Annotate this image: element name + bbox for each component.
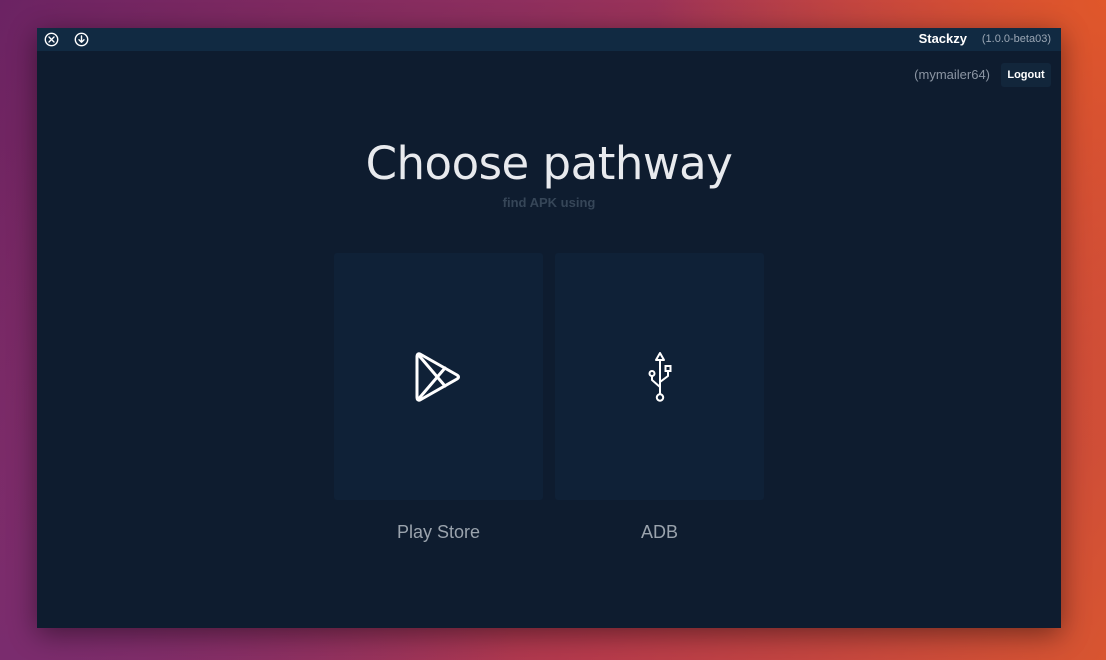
play-store-icon <box>334 253 543 500</box>
logout-button[interactable]: Logout <box>1001 63 1051 87</box>
app-name: Stackzy <box>918 31 967 46</box>
play-store-card[interactable] <box>334 253 543 500</box>
title-bar: Stackzy (1.0.0-beta03) <box>37 28 1061 51</box>
page-title: Choose pathway <box>365 137 733 190</box>
usb-icon <box>555 253 764 500</box>
download-icon[interactable] <box>74 32 89 47</box>
app-version: (1.0.0-beta03) <box>981 33 1051 45</box>
play-store-label[interactable]: Play Store <box>334 522 543 543</box>
close-icon[interactable] <box>44 32 59 47</box>
adb-card[interactable] <box>555 253 764 500</box>
page-subtitle: find APK using <box>502 195 596 210</box>
app-window: Stackzy (1.0.0-beta03) (mymailer64) Logo… <box>37 28 1061 628</box>
adb-label[interactable]: ADB <box>555 522 764 543</box>
username: (mymailer64) <box>914 67 990 82</box>
